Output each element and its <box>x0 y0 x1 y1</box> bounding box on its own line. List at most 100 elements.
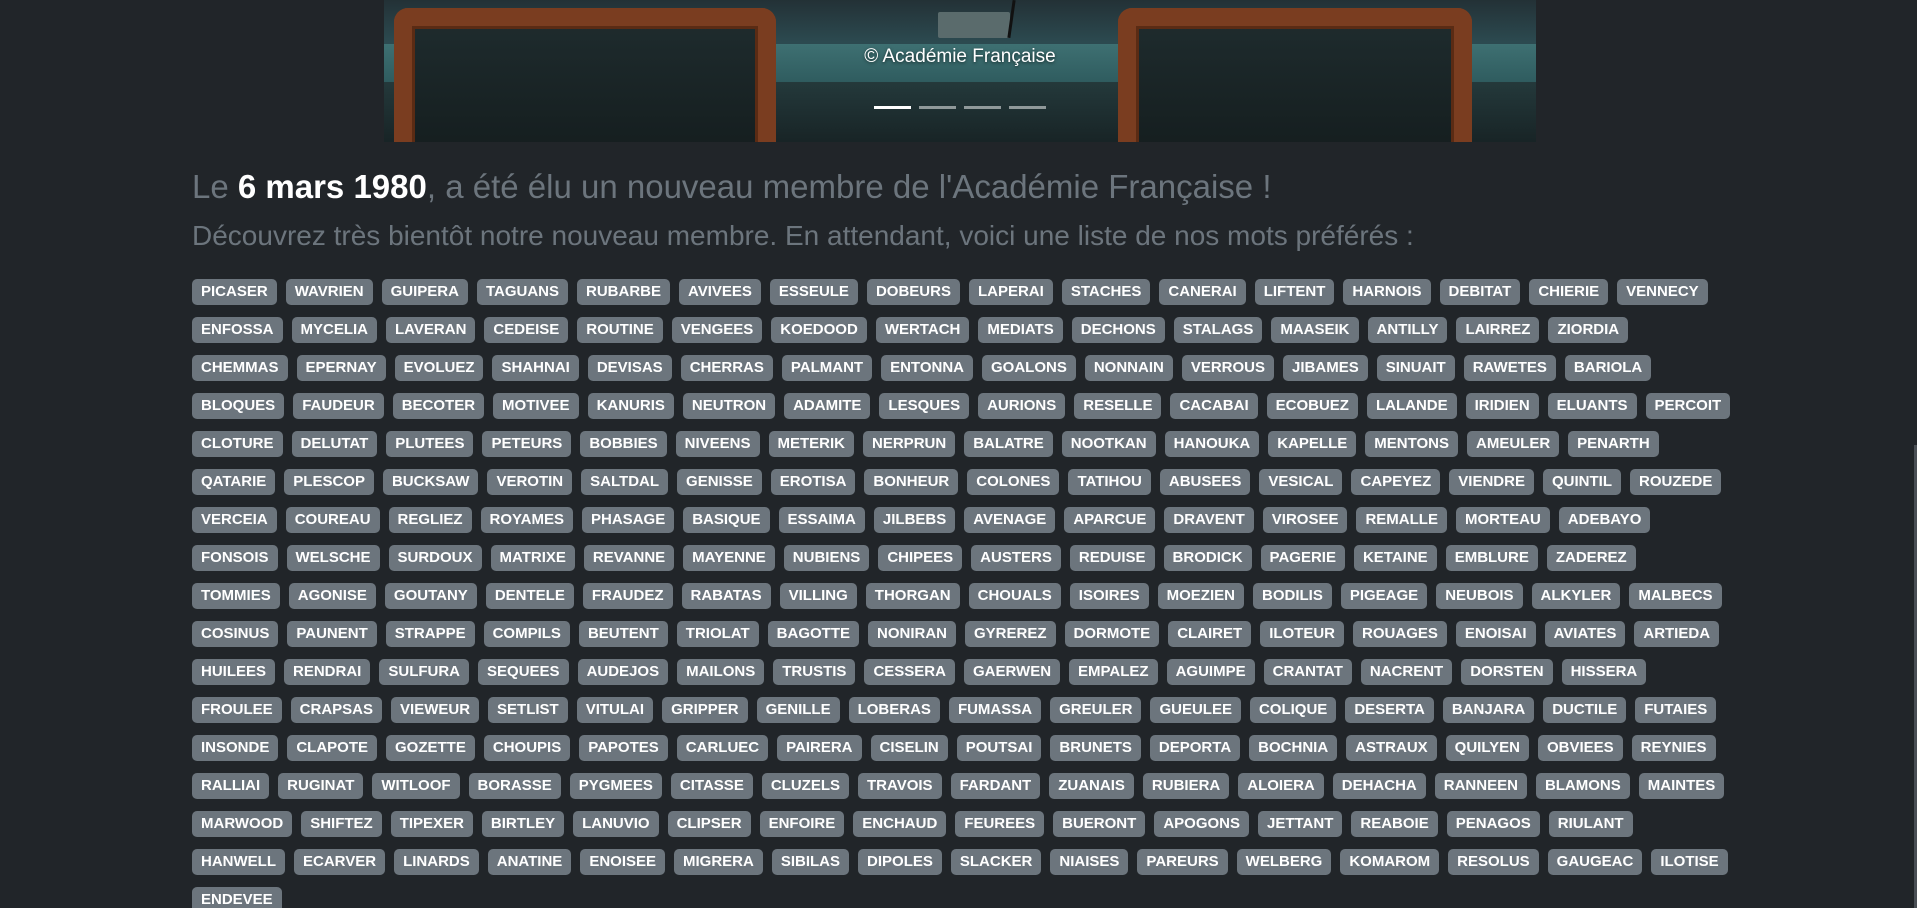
word-badge: DRAVENT <box>1164 507 1254 533</box>
word-badge: PAREURS <box>1137 849 1228 875</box>
word-badge: RESOLUS <box>1448 849 1539 875</box>
word-badge: DORSTEN <box>1461 659 1553 685</box>
word-badge: AUSTERS <box>971 545 1061 571</box>
carousel-indicators <box>384 106 1536 109</box>
word-badge: PAUNENT <box>287 621 377 647</box>
word-badge: ZUANAIS <box>1049 773 1134 799</box>
word-badge: CACABAI <box>1170 393 1258 419</box>
word-badge: DECHONS <box>1071 317 1165 343</box>
word-badge: HISSERA <box>1561 659 1647 685</box>
word-badge: HANOUKA <box>1164 431 1260 457</box>
word-badge: MOTIVEE <box>493 393 579 419</box>
word-badge: KETAINE <box>1353 545 1437 571</box>
word-badge: CITASSE <box>670 773 753 799</box>
word-badge: JILBEBS <box>873 507 956 533</box>
carousel-indicator-3[interactable] <box>964 106 1001 109</box>
word-badge: TRIOLAT <box>676 621 759 647</box>
word-badge: PICASER <box>192 279 277 305</box>
word-badge: TRAVOIS <box>858 773 942 799</box>
word-badge: ESSAIMA <box>778 507 865 533</box>
word-badge: FRAUDEZ <box>582 583 673 609</box>
word-badge: BONHEUR <box>864 469 959 495</box>
word-badge: HANWELL <box>192 849 285 875</box>
word-badge: MAINTES <box>1638 773 1725 799</box>
headline-suffix: , a été élu un nouveau membre de l'Acadé… <box>426 168 1272 205</box>
word-badge: FUMASSA <box>948 697 1042 723</box>
word-badge: CLIPSER <box>667 811 751 837</box>
word-badge: GENILLE <box>756 697 840 723</box>
word-badge: EMPALEZ <box>1069 659 1158 685</box>
word-badge: HUILEES <box>192 659 276 685</box>
word-badge: BECOTER <box>392 393 485 419</box>
word-badge: MAILONS <box>677 659 765 685</box>
word-badge: RUGINAT <box>278 773 364 799</box>
word-badge: LALANDE <box>1366 393 1457 419</box>
word-badge: FUTAIES <box>1635 697 1717 723</box>
word-badge: ADAMITE <box>784 393 871 419</box>
word-badge: ENOISEE <box>580 849 665 875</box>
word-badge: GREULER <box>1050 697 1142 723</box>
page-scrollbar[interactable] <box>1913 0 1917 908</box>
word-badge: LAVERAN <box>386 317 476 343</box>
word-badge: AMEULER <box>1467 431 1560 457</box>
word-badge: BASIQUE <box>683 507 770 533</box>
word-badge: OBVIEES <box>1537 735 1623 761</box>
image-carousel[interactable]: © Académie Française <box>384 0 1536 142</box>
word-badge: ISOIRES <box>1069 583 1149 609</box>
word-badge: VIENDRE <box>1449 469 1534 495</box>
word-badge: PETEURS <box>482 431 572 457</box>
word-badge: GUIPERA <box>381 279 468 305</box>
word-badge: POUTSAI <box>956 735 1042 761</box>
word-badge: MENTONS <box>1365 431 1458 457</box>
word-badge: QATARIE <box>192 469 276 495</box>
word-badge: APOGONS <box>1154 811 1249 837</box>
carousel-image-chair-left <box>394 8 776 142</box>
word-badge: VILLING <box>779 583 857 609</box>
word-badge: MIGRERA <box>674 849 763 875</box>
word-badge: PIGEAGE <box>1340 583 1428 609</box>
word-badge: RANNEEN <box>1434 773 1527 799</box>
word-badge: TIPEXER <box>390 811 473 837</box>
word-badge: CLUZELS <box>761 773 849 799</box>
word-badge: BOCHNIA <box>1249 735 1338 761</box>
word-badge: DEVISAS <box>587 355 672 381</box>
word-badge: RIULANT <box>1548 811 1633 837</box>
word-badge: KOEDOOD <box>771 317 867 343</box>
word-badge: COMPILS <box>483 621 570 647</box>
word-badge: AGUIMPE <box>1166 659 1255 685</box>
word-badge: CRAPSAS <box>290 697 383 723</box>
word-badge: ROUAGES <box>1353 621 1447 647</box>
word-badge: KOMAROM <box>1340 849 1440 875</box>
word-badge: TOMMIES <box>192 583 280 609</box>
word-badge: ARTIEDA <box>1634 621 1720 647</box>
carousel-indicator-4[interactable] <box>1009 106 1046 109</box>
word-badge: AUDEJOS <box>577 659 669 685</box>
word-badge: QUINTIL <box>1542 469 1621 495</box>
word-badge: GOALONS <box>982 355 1076 381</box>
word-badge: CLOTURE <box>192 431 283 457</box>
word-badge: ZADEREZ <box>1546 545 1636 571</box>
word-badge: BORASSE <box>468 773 561 799</box>
word-badge: CHOUPIS <box>483 735 571 761</box>
word-badge: DELUTAT <box>291 431 378 457</box>
page: © Académie Française Le 6 mars 1980, a é… <box>0 0 1917 908</box>
word-badge: COSINUS <box>192 621 279 647</box>
word-badge: NERPRUN <box>863 431 956 457</box>
word-badge: ROYAMES <box>480 507 574 533</box>
word-badge: REMALLE <box>1356 507 1447 533</box>
word-badge: BUERONT <box>1053 811 1146 837</box>
word-badge: HARNOIS <box>1343 279 1431 305</box>
word-badge: DESERTA <box>1345 697 1434 723</box>
headline: Le 6 mars 1980, a été élu un nouveau mem… <box>192 168 1272 206</box>
word-badge: DORMOTE <box>1064 621 1160 647</box>
word-badge: FARDANT <box>950 773 1041 799</box>
word-badge: CAPEYEZ <box>1351 469 1441 495</box>
word-badge: VITULAI <box>576 697 654 723</box>
word-badge: RALLIAI <box>192 773 270 799</box>
word-badge: ROUZEDE <box>1629 469 1722 495</box>
carousel-indicator-1[interactable] <box>874 106 911 109</box>
word-badge: BAGOTTE <box>767 621 859 647</box>
carousel-indicator-2[interactable] <box>919 106 956 109</box>
word-badge: APARCUE <box>1064 507 1156 533</box>
word-badge: ABUSEES <box>1159 469 1251 495</box>
